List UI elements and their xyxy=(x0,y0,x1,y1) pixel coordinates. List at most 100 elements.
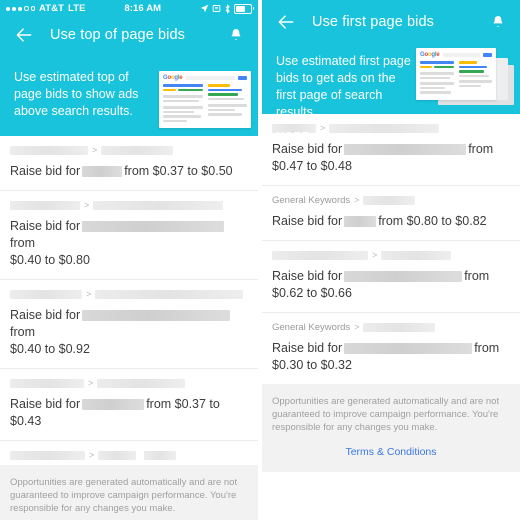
item-description: Raise bid for from $0.80 to $0.82 xyxy=(272,213,510,230)
back-arrow-icon[interactable] xyxy=(14,25,34,45)
list-item[interactable]: > Raise bid for from $0.62 to $0.66 xyxy=(262,241,520,313)
serp-search-button xyxy=(483,53,492,57)
hero-banner: Use estimated first page bids to get ads… xyxy=(262,37,520,142)
hero-description: Use estimated first page bids to get ads… xyxy=(276,54,411,119)
item-second-line: $0.47 to $0.48 xyxy=(272,159,352,173)
app-bar: Use top of page bids xyxy=(0,17,258,53)
page-title: Use first page bids xyxy=(312,13,434,30)
right-phone-screen: Use first page bids Use estimated first … xyxy=(262,0,520,520)
item-description: Raise bid for from $0.47 to $0.48 xyxy=(272,141,510,175)
notification-bell-icon[interactable] xyxy=(228,26,244,44)
breadcrumb-adgroup-redacted xyxy=(97,379,186,388)
hero-banner: Use estimated top of page bids to show a… xyxy=(0,53,258,136)
breadcrumb: > xyxy=(10,200,248,211)
back-arrow-icon[interactable] xyxy=(276,12,296,32)
bottom-blank-area xyxy=(262,472,520,520)
item-prefix: Raise bid for xyxy=(272,214,343,228)
keyword-redacted xyxy=(344,271,463,283)
item-middle: from xyxy=(10,325,35,339)
breadcrumb-campaign-label: General Keywords xyxy=(272,322,351,333)
breadcrumb-adgroup-redacted xyxy=(363,196,416,205)
opportunity-list: > Raise bid for from $0.37 to $0.50 > Rai… xyxy=(0,136,258,465)
item-middle: from $0.37 to $0.50 xyxy=(124,164,233,178)
item-middle: from xyxy=(474,341,500,355)
serp-results xyxy=(416,61,496,100)
clock-label: 8:16 AM xyxy=(124,3,162,14)
keyword-redacted xyxy=(82,399,145,411)
breadcrumb-separator: > xyxy=(92,145,98,155)
breadcrumb: General Keywords > xyxy=(272,195,510,206)
keyword-redacted xyxy=(82,310,231,322)
terms-and-conditions-link[interactable]: Terms & Conditions xyxy=(272,446,510,458)
breadcrumb-adgroup-redacted xyxy=(363,323,436,332)
serp-header: Google xyxy=(416,48,496,61)
item-description: Raise bid for from $0.40 to $0.80 xyxy=(10,218,248,269)
breadcrumb-separator: > xyxy=(86,289,92,299)
list-item[interactable]: General Keywords > Raise bid for from $0.… xyxy=(262,313,520,384)
breadcrumb-separator: > xyxy=(88,378,94,388)
item-prefix: Raise bid for xyxy=(272,269,343,283)
breadcrumb-adgroup-redacted xyxy=(98,451,137,460)
breadcrumb-campaign-redacted xyxy=(10,379,84,388)
battery-icon xyxy=(234,3,254,14)
item-middle: from xyxy=(10,236,35,250)
item-description: Raise bid for from $0.62 to $0.66 xyxy=(272,268,510,302)
item-second-line: $0.62 to $0.66 xyxy=(272,286,352,300)
breadcrumb-adgroup-redacted xyxy=(101,146,174,155)
breadcrumb-campaign-redacted xyxy=(10,146,88,155)
item-description: Raise bid for from $0.30 to $0.32 xyxy=(272,340,510,374)
status-bar: AT&T LTE 8:16 AM xyxy=(0,0,258,17)
disclaimer-text: Opportunities are generated automaticall… xyxy=(10,477,238,514)
breadcrumb-campaign-redacted xyxy=(10,201,80,210)
footer-disclaimer-block: Opportunities are generated automaticall… xyxy=(262,384,520,472)
item-description: Raise bid for from $0.40 to $0.92 xyxy=(10,307,248,358)
google-logo: Google xyxy=(163,75,183,81)
status-bar-left: AT&T LTE xyxy=(6,3,86,14)
serp-left-column xyxy=(163,84,203,124)
keyword-redacted xyxy=(82,166,123,178)
item-middle: from xyxy=(468,142,494,156)
breadcrumb-adgroup-redacted xyxy=(381,251,452,260)
list-item[interactable]: > Raise bid for from $0.40 to $0.92 xyxy=(0,280,258,369)
item-second-line: $0.40 to $0.80 xyxy=(10,253,90,267)
network-type-label: LTE xyxy=(68,3,86,14)
status-bar-right xyxy=(200,3,254,14)
keyword-redacted xyxy=(344,343,473,355)
alarm-icon xyxy=(212,5,221,12)
list-item[interactable]: > Raise bid for from $0.37 to $0.50 xyxy=(0,136,258,191)
item-description: Raise bid for from $0.37 to $0.50 xyxy=(10,163,248,180)
serp-card: Google xyxy=(159,71,251,128)
list-item[interactable]: > xyxy=(0,441,258,465)
breadcrumb-campaign-redacted xyxy=(10,451,85,460)
breadcrumb: > xyxy=(10,378,248,389)
serp-right-column xyxy=(207,84,247,124)
signal-strength-icon xyxy=(6,6,35,11)
bluetooth-icon xyxy=(225,3,230,14)
keyword-redacted xyxy=(82,221,225,233)
breadcrumb-separator: > xyxy=(89,450,95,460)
breadcrumb-adgroup-redacted-2 xyxy=(144,451,177,460)
serp-search-bar xyxy=(443,53,480,57)
list-item[interactable]: General Keywords > Raise bid for from $0.… xyxy=(262,186,520,241)
breadcrumb: > xyxy=(10,450,248,461)
hero-description: Use estimated top of page bids to show a… xyxy=(14,70,139,118)
item-prefix: Raise bid for xyxy=(272,341,343,355)
dual-screenshot-container: AT&T LTE 8:16 AM Use top of page bids Us xyxy=(0,0,520,520)
item-prefix: Raise bid for xyxy=(10,397,81,411)
list-item[interactable]: > Raise bid for from $0.40 to $0.80 xyxy=(0,191,258,280)
google-serp-stacked-illustration: Google xyxy=(416,45,516,107)
item-second-line: $0.40 to $0.92 xyxy=(10,342,90,356)
breadcrumb-campaign-redacted xyxy=(272,251,368,260)
item-prefix: Raise bid for xyxy=(10,219,81,233)
breadcrumb-separator: > xyxy=(372,250,378,260)
item-middle: from $0.80 to $0.82 xyxy=(378,214,487,228)
breadcrumb-campaign-label: General Keywords xyxy=(272,195,351,206)
serp-search-bar xyxy=(186,76,235,80)
serp-results xyxy=(159,84,251,128)
more-button[interactable]: MORE xyxy=(276,131,309,142)
serp-left-column xyxy=(420,61,454,96)
item-second-line: $0.30 to $0.32 xyxy=(272,358,352,372)
item-prefix: Raise bid for xyxy=(10,164,81,178)
list-item[interactable]: > Raise bid for from $0.37 to $0.43 xyxy=(0,369,258,441)
notification-bell-icon[interactable] xyxy=(490,13,506,31)
